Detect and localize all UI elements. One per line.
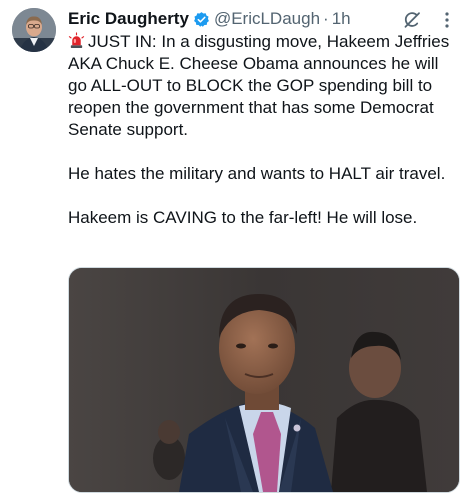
author-avatar[interactable] [12, 8, 56, 52]
post-header: Eric Daugherty @EricLDaugh · 1h [68, 8, 458, 30]
photo-illustration [69, 268, 459, 492]
verified-badge-icon[interactable] [193, 11, 210, 28]
post-paragraph-1-text: JUST IN: In a disgusting move, Hakeem Je… [68, 32, 454, 139]
post-paragraph-3: Hakeem is CAVING to the far-left! He wil… [68, 208, 418, 227]
author-name[interactable]: Eric Daugherty [68, 9, 189, 29]
grok-icon[interactable] [402, 10, 422, 30]
post-image[interactable] [68, 267, 460, 493]
post-text: JUST IN: In a disgusting move, Hakeem Je… [68, 31, 460, 251]
post-timestamp[interactable]: 1h [332, 9, 351, 29]
post-paragraph-1: JUST IN: In a disgusting move, Hakeem Je… [68, 31, 460, 141]
siren-emoji-icon [68, 32, 85, 49]
separator-dot: · [323, 9, 329, 28]
more-options-icon[interactable] [438, 10, 456, 30]
post-paragraph-2: He hates the military and wants to HALT … [68, 164, 446, 183]
author-handle[interactable]: @EricLDaugh [214, 9, 320, 29]
